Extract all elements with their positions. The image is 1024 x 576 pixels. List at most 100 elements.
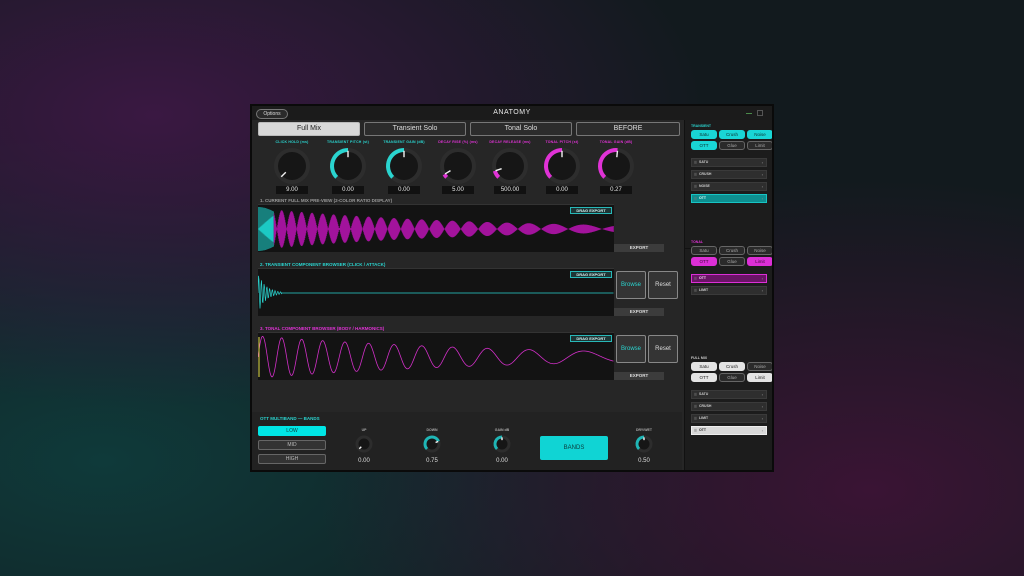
knob-5[interactable]: TONAL PITCH (st) 0.00 (532, 140, 592, 198)
fx-chain-slot-crush[interactable]: ⠿ CRUSH › (691, 402, 767, 411)
fx-chain-slot-ott[interactable]: ⠿ OTT › (691, 274, 767, 283)
fx-chain-slot-limit[interactable]: ⠿ LIMIT › (691, 414, 767, 423)
band-high-button[interactable]: HIGH (258, 454, 326, 464)
fx-toggle-limit[interactable]: Limit (747, 257, 772, 266)
drag-handle-icon[interactable]: ⠿ (694, 427, 697, 434)
fx-chain-slot-satu[interactable]: ⠿ SATU › (691, 390, 767, 399)
mix-waveform[interactable]: DRAG EXPORT (258, 204, 614, 252)
knob-4[interactable]: DECAY RELEASE (ms) 500.00 (480, 140, 540, 198)
knob-value[interactable]: 500.00 (494, 186, 526, 194)
drag-handle-icon[interactable]: ⠿ (694, 275, 697, 282)
fx-toggle-crush[interactable]: Crush (719, 130, 745, 139)
drag-handle-icon[interactable]: ⠿ (694, 171, 697, 178)
tonal-drag-export-button[interactable]: DRAG EXPORT (570, 335, 612, 342)
fx-chain-slot-label: OTT (699, 428, 706, 432)
knob-value[interactable]: 0.00 (332, 186, 364, 194)
knob-dial[interactable] (272, 146, 312, 186)
knob-label: TRANSIENT PITCH (st) (327, 140, 369, 144)
transient-drag-export-button[interactable]: DRAG EXPORT (570, 271, 612, 278)
knob-dial[interactable] (438, 146, 478, 186)
fx-toggle-satu[interactable]: Satu (691, 246, 717, 255)
tonal-reset-button[interactable]: Reset (648, 335, 678, 363)
fx-toggle-ott[interactable]: OTT (691, 373, 717, 382)
knob-dial[interactable] (328, 146, 368, 186)
fx-chain-slot-satu[interactable]: ⠿ SATU › (691, 158, 767, 167)
knob-1[interactable]: TRANSIENT PITCH (st) 0.00 (318, 140, 378, 198)
knob-2[interactable]: TRANSIENT GAIN (dB) 0.00 (374, 140, 434, 198)
drag-handle-icon[interactable]: ⠿ (694, 287, 697, 294)
drag-handle-icon[interactable]: ⠿ (694, 415, 697, 422)
drag-handle-icon[interactable]: ⠿ (694, 195, 697, 202)
fx-chain-slot-limit[interactable]: ⠿ LIMIT › (691, 286, 767, 295)
knob-dial[interactable] (384, 146, 424, 186)
fx-toggle-noise[interactable]: Noise (747, 362, 772, 371)
ott-knob-value: 0.00 (358, 458, 370, 464)
options-button[interactable]: Options (256, 109, 288, 119)
fx-chain-slot-crush[interactable]: ⠿ CRUSH › (691, 170, 767, 179)
fx-chain-slot-ott[interactable]: ⠿ OTT › (691, 194, 767, 203)
knob-dial[interactable] (490, 146, 530, 186)
knob-value[interactable]: 0.00 (546, 186, 578, 194)
knob-label: TONAL GAIN (dB) (599, 140, 633, 144)
fx-chain-sidebar: TRANSIENT Satu Crush Noise OTT Glue Limit ⠿ SAT… (684, 120, 772, 470)
knob-0[interactable]: CLICK HOLD (ms) 9.00 (262, 140, 322, 198)
band-low-button[interactable]: LOW (258, 426, 326, 436)
fx-toggle-crush[interactable]: Crush (719, 246, 745, 255)
tab-transient-solo[interactable]: Transient Solo (364, 122, 466, 136)
ott-knob-3[interactable]: DRY/WET 0.50 (624, 428, 664, 468)
fx-chain-slot-label: LIMIT (699, 416, 709, 420)
transient-waveform[interactable]: DRAG EXPORT (257, 268, 614, 316)
transient-export-button[interactable]: EXPORT (614, 308, 664, 316)
fx-chain-slot-ott[interactable]: ⠿ OTT › (691, 426, 767, 435)
tonal-fx-heading: TONAL (691, 240, 703, 244)
fx-toggle-noise[interactable]: Noise (747, 246, 772, 255)
tab-before[interactable]: BEFORE (576, 122, 680, 136)
knob-dial[interactable] (596, 146, 636, 186)
transient-browse-button[interactable]: Browse (616, 271, 646, 299)
knob-3[interactable]: DECAY RISE (%) (ms) 5.00 (428, 140, 488, 198)
tab-tonal-solo[interactable]: Tonal Solo (470, 122, 572, 136)
bands-button[interactable]: BANDS (540, 436, 608, 460)
drag-handle-icon[interactable]: ⠿ (694, 403, 697, 410)
drag-handle-icon[interactable]: ⠿ (694, 159, 697, 166)
fx-toggle-ott[interactable]: OTT (691, 141, 717, 150)
mix-drag-export-button[interactable]: DRAG EXPORT (570, 207, 612, 214)
fx-toggle-noise[interactable]: Noise (747, 130, 772, 139)
knob-value[interactable]: 5.00 (442, 186, 474, 194)
ott-knob-dial[interactable] (492, 434, 512, 454)
knob-dial[interactable] (542, 146, 582, 186)
ott-knob-2[interactable]: GAIN dB 0.00 (482, 428, 522, 468)
fx-chain-slot-label: OTT (699, 276, 706, 280)
band-mid-button[interactable]: MID (258, 440, 326, 450)
ott-knob-label: GAIN dB (494, 428, 510, 432)
fx-toggle-limit[interactable]: Limit (747, 373, 772, 382)
ott-knob-1[interactable]: DOWN 0.75 (412, 428, 452, 468)
fx-toggle-satu[interactable]: Satu (691, 130, 717, 139)
ott-knob-0[interactable]: UP 0.00 (344, 428, 384, 468)
fx-toggle-glue[interactable]: Glue (719, 373, 745, 382)
fx-chain-slot-noise[interactable]: ⠿ NOISE › (691, 182, 767, 191)
mix-export-button[interactable]: EXPORT (614, 244, 664, 252)
fx-toggle-glue[interactable]: Glue (719, 141, 745, 150)
drag-handle-icon[interactable]: ⠿ (694, 391, 697, 398)
ott-knob-dial[interactable] (354, 434, 374, 454)
knob-6[interactable]: TONAL GAIN (dB) 0.27 (586, 140, 646, 198)
fx-toggle-ott[interactable]: OTT (691, 257, 717, 266)
knob-value[interactable]: 0.00 (388, 186, 420, 194)
fx-toggle-crush[interactable]: Crush (719, 362, 745, 371)
tonal-waveform[interactable]: DRAG EXPORT (257, 332, 614, 380)
knob-value[interactable]: 9.00 (276, 186, 308, 194)
fx-toggle-satu[interactable]: Satu (691, 362, 717, 371)
fx-toggle-glue[interactable]: Glue (719, 257, 745, 266)
ott-knob-dial[interactable] (634, 434, 654, 454)
tonal-export-button[interactable]: EXPORT (614, 372, 664, 380)
transient-reset-button[interactable]: Reset (648, 271, 678, 299)
fx-toggle-limit[interactable]: Limit (747, 141, 772, 150)
tab-full-mix[interactable]: Full Mix (258, 122, 360, 136)
ott-knob-dial[interactable] (422, 434, 442, 454)
knob-value[interactable]: 0.27 (600, 186, 632, 194)
drag-handle-icon[interactable]: ⠿ (694, 183, 697, 190)
minimize-icon[interactable] (746, 113, 752, 114)
tonal-browse-button[interactable]: Browse (616, 335, 646, 363)
maximize-icon[interactable] (757, 110, 763, 116)
